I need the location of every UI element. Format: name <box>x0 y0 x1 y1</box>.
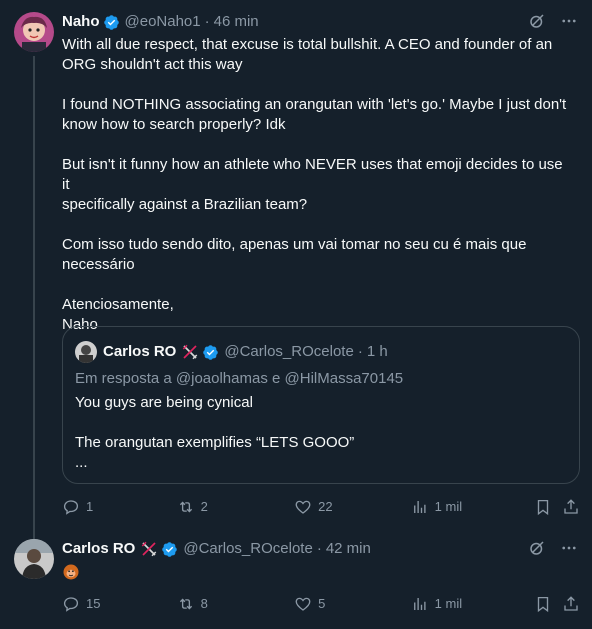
repost-count: 2 <box>200 499 208 514</box>
thread-line <box>33 56 35 546</box>
bookmark-icon <box>538 596 549 613</box>
quote-reply-context: Em resposta a @joaolhamas e @HilMassa701… <box>75 369 403 389</box>
reply-prefix: Em resposta a <box>75 370 172 387</box>
timestamp[interactable]: 42 min <box>326 539 371 559</box>
reply-mention[interactable]: @HilMassa70145 <box>285 370 404 387</box>
text-line: Com isso tudo sendo dito, apenas um vai … <box>62 236 527 253</box>
more-options-icon[interactable] <box>560 12 578 36</box>
bookmark-button[interactable] <box>534 595 562 613</box>
reply-count: 1 <box>86 499 94 514</box>
author-name[interactable]: Carlos RO <box>62 539 135 559</box>
timestamp[interactable]: 46 min <box>214 12 259 32</box>
like-button[interactable]: 22 <box>294 497 411 517</box>
quote-author-handle: @Carlos_ROcelote <box>224 343 354 360</box>
action-bar: 1 2 22 1 mil <box>62 497 582 517</box>
tweet-text: With all due respect, that excuse is tot… <box>62 35 572 335</box>
separator-dot: · <box>204 13 210 30</box>
tweet-top-icons <box>528 539 578 563</box>
tweet-header: Carlos RO @Carlos_ROcelote · 42 min <box>62 539 592 559</box>
tweet-naho[interactable]: Naho @eoNaho1 · 46 min With all due resp… <box>0 0 592 546</box>
separator-dot: · <box>357 343 363 360</box>
text-line: ... <box>75 454 88 471</box>
quote-header: Carlos RO @Carlos_ROcelote · 1 h <box>75 341 388 363</box>
reply-and: e <box>272 370 281 387</box>
reply-count: 15 <box>86 596 101 611</box>
quote-text: You guys are being cynical The orangutan… <box>75 393 354 473</box>
verified-badge-icon <box>103 14 120 31</box>
action-bar: 15 8 5 1 mil <box>62 594 582 614</box>
repost-count: 8 <box>200 596 208 611</box>
reply-icon <box>63 597 79 612</box>
share-icon <box>564 596 578 611</box>
views-button[interactable]: 1 mil <box>411 594 535 614</box>
more-options-icon[interactable] <box>560 539 578 563</box>
quote-avatar <box>75 341 97 363</box>
author-handle[interactable]: @Carlos_ROcelote <box>183 539 312 559</box>
crossed-swords-icon <box>140 540 158 558</box>
separator-dot: · <box>316 540 322 557</box>
text-line: But isn't it funny how an athlete who NE… <box>62 156 563 193</box>
share-button[interactable] <box>562 595 582 613</box>
repost-button[interactable]: 8 <box>177 594 295 614</box>
share-icon <box>564 499 578 514</box>
like-button[interactable]: 5 <box>294 594 411 614</box>
bookmark-icon <box>538 499 549 516</box>
text-line: specifically against a Brazilian team? <box>62 196 308 213</box>
views-count: 1 mil <box>434 596 463 611</box>
verified-badge-icon <box>202 344 219 361</box>
bookmark-button[interactable] <box>534 498 562 516</box>
text-line: know how to search properly? Idk <box>62 116 286 133</box>
repost-button[interactable]: 2 <box>177 497 295 517</box>
reply-button[interactable]: 15 <box>62 594 177 614</box>
text-line: I found NOTHING associating an orangutan… <box>62 96 567 113</box>
heart-icon <box>295 597 311 611</box>
tweet-text <box>62 563 572 587</box>
share-button[interactable] <box>562 498 582 516</box>
avatar-naho[interactable] <box>14 12 54 52</box>
like-count: 22 <box>318 499 333 514</box>
tweet-header: Naho @eoNaho1 · 46 min <box>62 12 592 32</box>
views-count: 1 mil <box>434 499 463 514</box>
views-icon <box>413 501 426 513</box>
text-line: Atenciosamente, <box>62 296 174 313</box>
reply-button[interactable]: 1 <box>62 497 177 517</box>
views-button[interactable]: 1 mil <box>411 497 535 517</box>
reply-mention[interactable]: @joaolhamas <box>176 370 268 387</box>
text-line: necessário <box>62 256 135 273</box>
avatar-carlos[interactable] <box>14 539 54 579</box>
verified-badge-icon <box>161 541 178 558</box>
like-count: 5 <box>318 596 326 611</box>
tweet-carlos[interactable]: Carlos RO @Carlos_ROcelote · 42 min 15 8… <box>0 527 592 629</box>
orangutan-emoji-icon <box>62 563 80 581</box>
heart-icon <box>295 500 311 514</box>
reply-icon <box>63 500 79 515</box>
quote-author-name: Carlos RO <box>103 343 177 360</box>
crossed-swords-icon <box>181 343 199 361</box>
grok-icon[interactable] <box>528 12 546 36</box>
grok-icon[interactable] <box>528 539 546 563</box>
author-name[interactable]: Naho <box>62 12 100 32</box>
tweet-top-icons <box>528 12 578 36</box>
views-icon <box>413 598 426 610</box>
quote-timestamp: 1 h <box>366 343 388 360</box>
text-line: You guys are being cynical <box>75 394 253 411</box>
repost-icon <box>179 598 192 610</box>
text-line: The orangutan exemplifies “LETS GOOO” <box>75 434 355 451</box>
text-line: ORG shouldn't act this way <box>62 56 243 73</box>
quoted-tweet[interactable]: Carlos RO @Carlos_ROcelote · 1 h Em resp… <box>62 326 580 484</box>
text-line: With all due respect, that excuse is tot… <box>62 36 553 53</box>
repost-icon <box>179 501 192 513</box>
author-handle[interactable]: @eoNaho1 <box>125 12 201 32</box>
